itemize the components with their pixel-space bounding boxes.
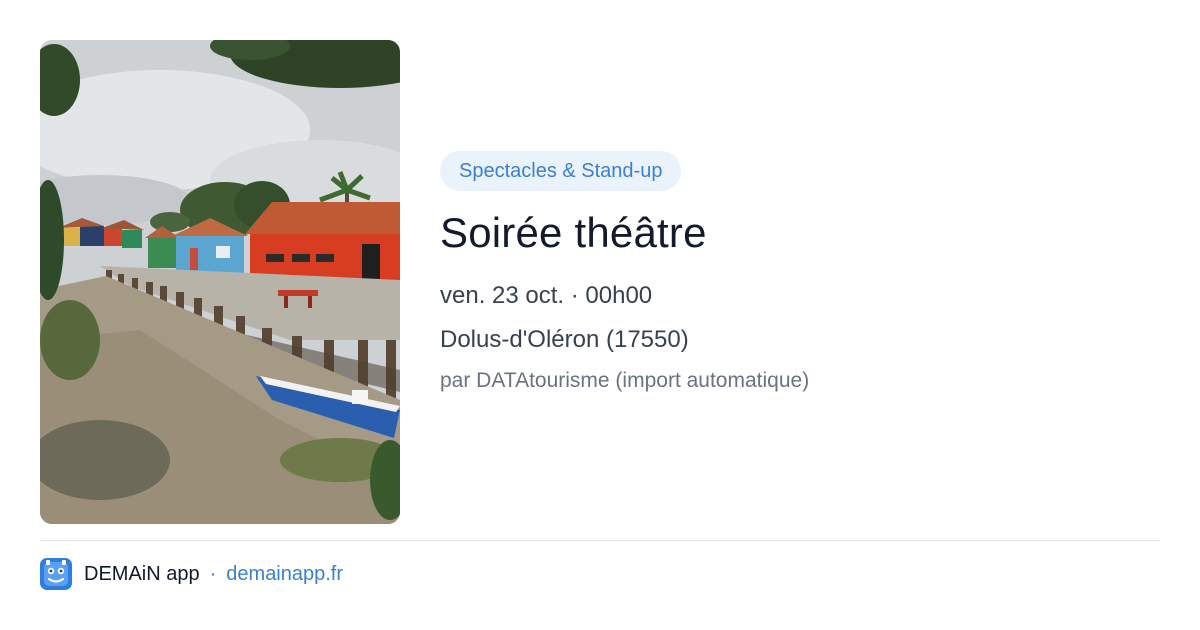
event-info: Spectacles & Stand-up Soirée théâtre ven… — [440, 151, 1140, 395]
event-photo — [40, 40, 400, 524]
event-title: Soirée théâtre — [440, 209, 707, 256]
demain-app-logo-icon — [40, 558, 72, 590]
event-location: Dolus-d'Oléron (17550) — [440, 326, 689, 353]
footer-divider — [40, 540, 1160, 541]
app-name: DEMAiN app — [84, 562, 200, 585]
app-url-link[interactable]: demainapp.fr — [226, 563, 343, 586]
footer-separator: · — [209, 562, 217, 585]
footer: DEMAiN app · demainapp.fr — [40, 557, 343, 591]
event-card[interactable]: Spectacles & Stand-up Soirée théâtre ven… — [40, 40, 1160, 524]
event-source: par DATAtourisme (import automatique) — [440, 369, 810, 392]
category-badge[interactable]: Spectacles & Stand-up — [440, 151, 682, 191]
event-datetime: ven. 23 oct. · 00h00 — [440, 282, 653, 309]
